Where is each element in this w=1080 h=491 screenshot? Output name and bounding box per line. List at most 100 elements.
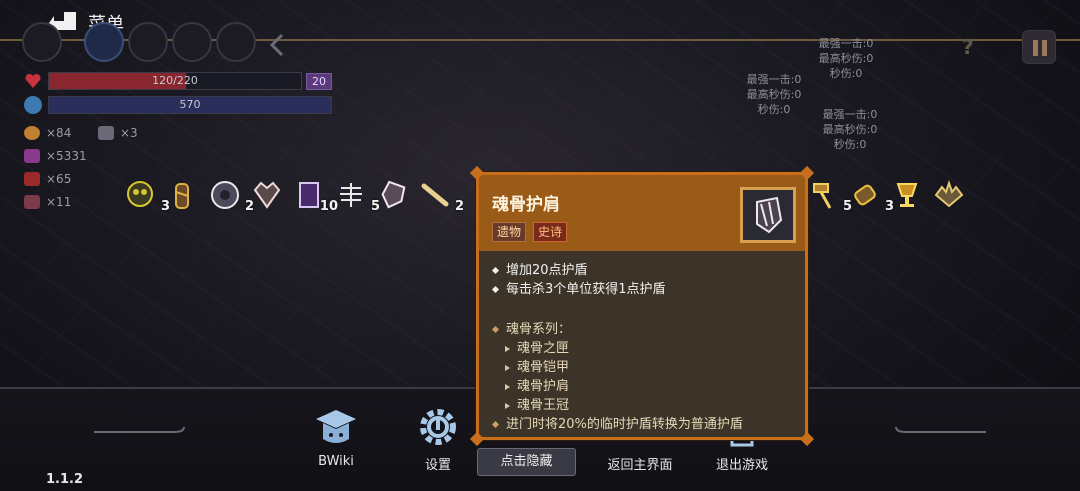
bullet-diamond-icon (491, 420, 500, 429)
damage-stats: 最强一击:0 最高秒伤:0 秒伤:0 (736, 72, 812, 117)
resource-coin: ×84 (24, 126, 71, 140)
energy-bar: 570 (48, 96, 332, 114)
relic-item[interactable]: 2 (418, 178, 464, 214)
tooltip-set-info: 魂骨系列： 魂骨之匣 魂骨铠甲 魂骨护肩 魂骨王冠 进门时将20%的临时护盾转换… (491, 320, 743, 434)
collapse-arrow-icon[interactable] (266, 32, 288, 58)
damage-stats: 最强一击:0 最高秒伤:0 秒伤:0 (808, 36, 884, 81)
set-title: 魂骨系列： (506, 322, 572, 337)
bullet-diamond-icon (491, 325, 500, 334)
relic-item[interactable]: 2 (208, 178, 254, 214)
stat-dps: 秒伤:0 (757, 103, 791, 116)
dark-orb-icon (211, 181, 239, 209)
help-icon[interactable]: ? (954, 32, 984, 62)
relic-item[interactable]: 5 (806, 178, 852, 214)
stat-strongest: 最强一击:0 (818, 37, 874, 50)
effect-text: 增加20点护盾 (506, 263, 588, 278)
relic-item[interactable]: 5 (334, 178, 380, 214)
energy-text: 570 (179, 98, 201, 111)
pause-button[interactable] (1022, 30, 1056, 64)
character-slot[interactable] (172, 22, 212, 62)
potion-icon (24, 172, 40, 186)
damage-stats: 最强一击:0 最高秒伤:0 秒伤:0 (812, 107, 888, 152)
tooltip-item-frame (740, 187, 796, 243)
resource-potion: ×65 (24, 172, 71, 186)
skull-bomb-icon (127, 181, 153, 207)
character-slot[interactable] (22, 22, 62, 62)
wiki-label: BWiki (318, 454, 354, 469)
character-slot[interactable] (128, 22, 168, 62)
item-type-tag: 遗物 (492, 222, 527, 242)
set-bonus-text: 进门时将20%的临时护盾转换为普通护盾 (506, 417, 743, 432)
bone-shoulder-guard-icon (756, 196, 783, 234)
ribcage-icon (340, 183, 362, 207)
coin-icon (24, 126, 40, 140)
resource-gem: ×5331 (24, 149, 87, 163)
bullet-arrow-icon (505, 345, 510, 352)
key-icon (98, 126, 114, 140)
settings-button[interactable]: 设置 (398, 404, 478, 473)
main-menu-label: 返回主界面 (607, 458, 673, 473)
relic-item[interactable] (890, 178, 926, 212)
heart-armor-icon (253, 181, 281, 209)
stat-dps: 秒伤:0 (829, 67, 863, 80)
set-item: 魂骨之匣 (493, 339, 743, 358)
effect-line: 增加20点护盾 (491, 261, 666, 280)
version-label: 1.1.2 (46, 472, 84, 487)
relic-item[interactable]: 10 (292, 178, 338, 214)
bandaged-arm-icon (175, 183, 189, 209)
hide-button[interactable]: 点击隐藏 (477, 448, 576, 476)
wiki-button[interactable]: BWiki (296, 404, 376, 469)
character-slot-active[interactable] (84, 22, 124, 62)
heart-icon (25, 73, 41, 88)
svg-text:?: ? (962, 35, 974, 59)
tooltip-effects: 增加20点护盾 每击杀3个单位获得1点护盾 (491, 261, 666, 299)
stat-peak: 最高秒伤:0 (746, 88, 802, 101)
set-item-text: 魂骨铠甲 (517, 360, 570, 375)
set-item: 魂骨铠甲 (493, 358, 743, 377)
effect-text: 每击杀3个单位获得1点护盾 (506, 282, 666, 297)
relic-item[interactable] (166, 178, 202, 212)
gem-icon (24, 149, 40, 163)
relic-item[interactable] (250, 178, 286, 212)
set-item: 魂骨护肩 (493, 377, 743, 396)
set-item: 魂骨王冠 (493, 396, 743, 415)
health-text: 120/220 (152, 74, 198, 87)
character-slot[interactable] (216, 22, 256, 62)
bone-club-icon (421, 183, 449, 207)
set-item-text: 魂骨护肩 (517, 379, 570, 394)
golden-goblet-icon (896, 183, 918, 207)
stat-strongest: 最强一击:0 (822, 108, 878, 121)
bullet-diamond-icon (491, 285, 500, 294)
shield-value: 20 (306, 73, 332, 90)
stat-strongest: 最强一击:0 (746, 73, 802, 86)
energy-icon (24, 96, 42, 114)
soul-icon (24, 195, 40, 209)
scroll-ornament-icon (94, 426, 185, 433)
resource-key: ×3 (98, 126, 138, 140)
effect-line: 每击杀3个单位获得1点护盾 (491, 280, 666, 299)
exit-game-label: 退出游戏 (715, 458, 768, 473)
resource-value: ×5331 (46, 149, 87, 163)
hammer-icon (813, 183, 832, 209)
relic-item[interactable] (932, 178, 968, 212)
tooltip-title: 魂骨护肩 (492, 195, 560, 215)
set-title-line: 魂骨系列： (491, 320, 743, 339)
bone-shield-icon (381, 180, 406, 209)
stat-dps: 秒伤:0 (833, 138, 867, 151)
resource-value: ×65 (46, 172, 72, 186)
health-bar: 120/220 (48, 72, 302, 90)
resource-soul: ×11 (24, 195, 71, 209)
bullet-arrow-icon (505, 402, 510, 409)
resource-value: ×3 (120, 126, 138, 140)
graduation-cap-icon (316, 410, 356, 443)
relic-item[interactable]: 3 (848, 178, 894, 214)
settings-label: 设置 (424, 458, 451, 473)
set-bonus-line: 进门时将20%的临时护盾转换为普通护盾 (491, 415, 743, 434)
relic-item[interactable]: 3 (124, 178, 170, 214)
set-item-text: 魂骨之匣 (517, 341, 570, 356)
relic-item[interactable] (376, 178, 412, 212)
bullet-arrow-icon (505, 364, 510, 371)
resource-value: ×11 (46, 195, 72, 209)
bullet-diamond-icon (491, 266, 500, 275)
spiky-claw-icon (934, 179, 964, 208)
